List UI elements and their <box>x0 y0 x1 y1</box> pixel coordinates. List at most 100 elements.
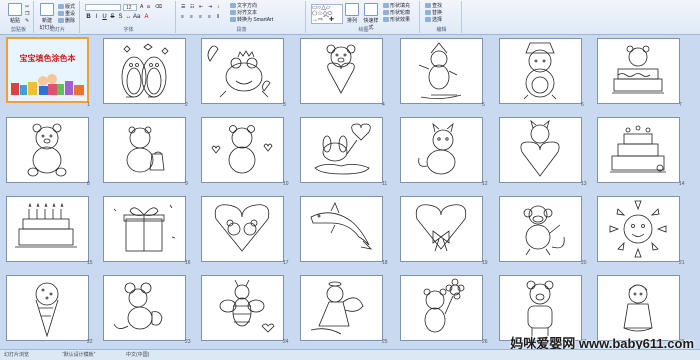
slide-thumbnail-28[interactable] <box>597 275 680 341</box>
text-direction-label: 文字方向 <box>237 3 258 9</box>
format-painter-icon[interactable]: ✎ <box>25 18 29 24</box>
editing-group-label: 编辑 <box>436 27 447 33</box>
align-left-icon[interactable]: ≡ <box>181 14 184 20</box>
shadow-icon[interactable]: S <box>117 14 124 21</box>
shape-outline-label: 形状轮廓 <box>390 10 411 16</box>
slide-thumbnail-22[interactable] <box>6 275 89 341</box>
slide-thumbnail-26[interactable] <box>400 275 483 341</box>
slide-number: 11 <box>382 181 388 187</box>
layout-icon <box>58 4 64 10</box>
slide-thumbnail-13[interactable] <box>499 117 582 183</box>
change-case-icon[interactable]: Aa <box>133 14 140 21</box>
slide-thumbnail-16[interactable] <box>103 196 186 262</box>
justify-icon[interactable]: ≡ <box>208 14 211 20</box>
paste-button[interactable]: 粘贴 <box>7 3 23 24</box>
skating-penguin-drawing <box>418 42 462 99</box>
smartart-button[interactable]: 转换为 SmartArt <box>230 17 273 23</box>
slide-number: 6 <box>581 102 584 108</box>
cat-heart-drawing <box>520 119 560 177</box>
slide-thumbnail-24[interactable] <box>201 275 284 341</box>
slide-number: 3 <box>283 102 286 108</box>
layout-button[interactable]: 版式 <box>58 4 75 10</box>
increase-indent-icon[interactable]: ⇥ <box>208 4 212 10</box>
slide-thumbnail-2[interactable] <box>103 38 186 104</box>
bullets-icon[interactable]: ☰ <box>181 4 185 10</box>
slide-number: 22 <box>87 339 93 345</box>
slide-thumbnail-15[interactable] <box>6 196 89 262</box>
slide-thumbnail-19[interactable] <box>400 196 483 262</box>
quick-styles-icon <box>364 3 378 16</box>
mouse-strawberry-drawing <box>113 282 163 330</box>
arrange-label: 排列 <box>346 18 357 24</box>
shrink-font-icon[interactable]: a <box>147 4 150 10</box>
shape-fill-button[interactable]: 形状填充 <box>383 3 410 9</box>
monkey-drawing <box>523 205 565 256</box>
slide-thumbnail-25[interactable] <box>300 275 383 341</box>
slide-number: 7 <box>679 102 682 108</box>
new-slide-icon <box>40 3 54 16</box>
grow-font-icon[interactable]: A <box>140 4 143 10</box>
slide-thumbnail-7[interactable] <box>597 38 680 104</box>
slide-number: 2 <box>185 102 188 108</box>
strikethrough-icon[interactable]: S <box>109 14 116 21</box>
reset-button[interactable]: 重设 <box>58 11 75 17</box>
font-size-box[interactable]: 12 <box>123 4 137 11</box>
slide-thumbnail-14[interactable] <box>597 117 680 183</box>
replace-button[interactable]: 替换 <box>425 10 442 16</box>
columns-icon[interactable]: ⫴ <box>217 14 219 20</box>
cut-icon[interactable]: ✂ <box>25 4 29 10</box>
slide-number: 9 <box>185 181 188 187</box>
find-label: 查找 <box>432 3 443 9</box>
find-button[interactable]: 查找 <box>425 3 442 9</box>
slide-thumbnail-17[interactable] <box>201 196 284 262</box>
ice-cream-drawing <box>35 282 59 338</box>
bold-icon[interactable]: B <box>85 14 92 21</box>
slide-thumbnail-6[interactable] <box>499 38 582 104</box>
text-direction-button[interactable]: 文字方向 <box>230 3 257 9</box>
shape-fill-icon <box>383 3 389 9</box>
slide-thumbnail-4[interactable] <box>300 38 383 104</box>
align-right-icon[interactable]: ≡ <box>199 14 202 20</box>
slide-thumbnail-11[interactable] <box>300 117 383 183</box>
italic-icon[interactable]: I <box>93 14 100 21</box>
slide-thumbnail-20[interactable] <box>499 196 582 262</box>
shape-effects-button[interactable]: 形状效果 <box>383 17 410 23</box>
bear-hearts-drawing <box>211 125 273 174</box>
spacing-icon[interactable]: ↔ <box>125 14 132 21</box>
shapes-gallery[interactable]: ▭○△▱ ⬠☆◇⬭ →⇨⌒✚ <box>311 4 343 24</box>
align-text-icon <box>230 10 236 16</box>
font-color-icon[interactable]: A <box>143 14 150 21</box>
shape-outline-button[interactable]: 形状轮廓 <box>383 10 410 16</box>
align-text-button[interactable]: 对齐文本 <box>230 10 257 16</box>
slide-thumbnail-10[interactable] <box>201 117 284 183</box>
slide-thumbnail-9[interactable] <box>103 117 186 183</box>
arrange-icon <box>345 3 359 16</box>
frog-drawing <box>207 45 271 98</box>
slide-thumbnail-3[interactable] <box>201 38 284 104</box>
slide-thumbnail-23[interactable] <box>103 275 186 341</box>
align-center-icon[interactable]: ≡ <box>190 14 193 20</box>
arrange-button[interactable]: 排列 <box>344 3 360 24</box>
copy-icon[interactable]: ❐ <box>25 11 29 17</box>
slide-thumbnail-12[interactable] <box>400 117 483 183</box>
select-button[interactable]: 选择 <box>425 17 442 23</box>
line-spacing-icon[interactable]: ↕ <box>217 4 220 10</box>
slide-thumbnail-21[interactable] <box>597 196 680 262</box>
numbering-icon[interactable]: ☷ <box>190 4 194 10</box>
clear-format-icon[interactable]: ⌫ <box>155 4 162 10</box>
font-name-box[interactable] <box>85 4 121 11</box>
align-text-label: 对齐文本 <box>237 10 258 16</box>
slide-thumbnail-8[interactable] <box>6 117 89 183</box>
paragraph-group: ☰ ☷ ⇤ ⇥ ↕ ≡ ≡ ≡ ≡ ⫴ 文字方向 对齐文本 转换为 SmartA… <box>178 1 306 33</box>
slide-thumbnail-27[interactable] <box>499 275 582 341</box>
underline-icon[interactable]: U <box>101 14 108 21</box>
birthday-cake-drawing <box>15 202 77 248</box>
decrease-indent-icon[interactable]: ⇤ <box>199 4 203 10</box>
replace-icon <box>425 10 431 16</box>
sun-drawing <box>609 200 667 258</box>
slide-thumbnail-5[interactable] <box>400 38 483 104</box>
slides-group-label: 幻灯片 <box>49 27 65 33</box>
delete-button[interactable]: 删除 <box>58 18 75 24</box>
slide-thumbnail-18[interactable] <box>300 196 383 262</box>
slide-thumbnail-1[interactable]: 宝宝填色涂色本 <box>6 37 89 103</box>
